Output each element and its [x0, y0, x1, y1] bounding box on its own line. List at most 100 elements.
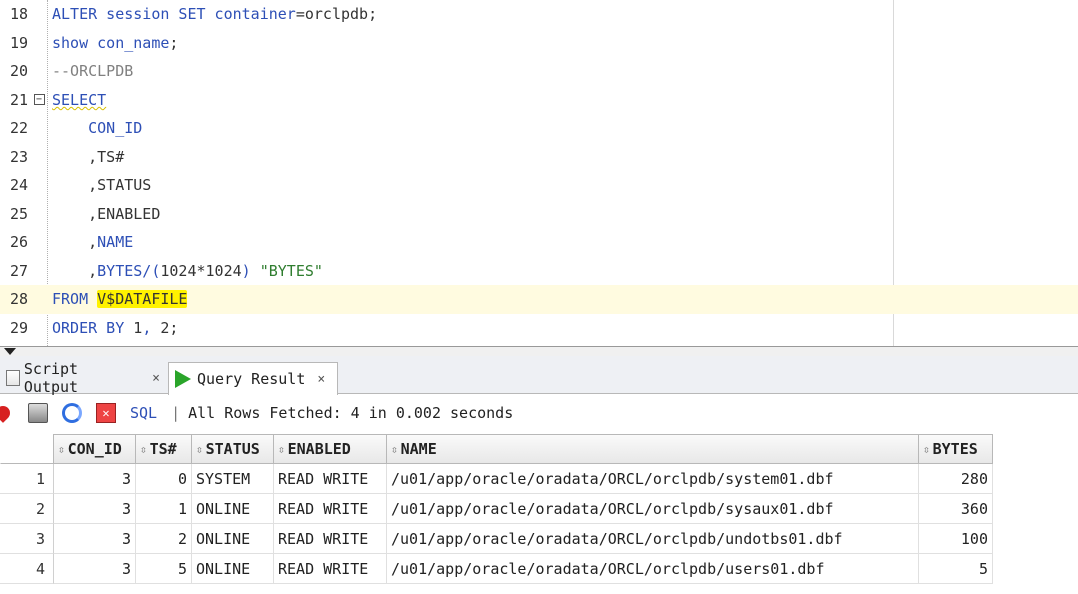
column-header[interactable]: ⇳ TS#	[136, 434, 192, 464]
sql-editor[interactable]: 18 ALTER session SET container=orclpdb; 19…	[0, 0, 1078, 346]
table-cell[interactable]: ONLINE	[192, 554, 274, 584]
fetch-status: All Rows Fetched: 4 in 0.002 seconds	[188, 404, 514, 422]
code-token: CON_ID	[52, 119, 143, 138]
sort-icon[interactable]: ⇳	[278, 443, 285, 456]
close-icon[interactable]: ×	[152, 371, 160, 386]
table-cell[interactable]: ONLINE	[192, 494, 274, 524]
table-cell[interactable]: READ WRITE	[274, 524, 387, 554]
fold-area	[30, 143, 48, 171]
sql-button[interactable]: SQL	[130, 404, 157, 422]
table-cell[interactable]: /u01/app/oracle/oradata/ORCL/orclpdb/sys…	[387, 494, 919, 524]
column-header[interactable]: ⇳ CON_ID	[54, 434, 136, 464]
code-line[interactable]: 26 ,NAME	[0, 228, 1078, 257]
table-cell[interactable]: SYSTEM	[192, 464, 274, 494]
code-line[interactable]: 27 ,BYTES/(1024*1024) "BYTES"	[0, 257, 1078, 286]
code-token: ORDER BY	[52, 318, 134, 337]
table-row[interactable]: 3 3 2 ONLINE READ WRITE/u01/app/oracle/orada…	[0, 524, 993, 554]
code-token: =orclpdb;	[295, 5, 378, 24]
code-token: ALTER session SET container	[52, 5, 296, 24]
code-line[interactable]: 29 ORDER BY 1, 2;	[0, 314, 1078, 343]
column-header[interactable]: ⇳ ENABLED	[274, 434, 387, 464]
table-cell[interactable]: 5	[136, 554, 192, 584]
column-header[interactable]: ⇳ BYTES	[919, 434, 993, 464]
sort-icon[interactable]: ⇳	[140, 443, 147, 456]
column-header-label: STATUS	[205, 440, 260, 458]
table-cell[interactable]: /u01/app/oracle/oradata/ORCL/orclpdb/sys…	[387, 464, 919, 494]
result-grid[interactable]: ⇳ CON_ID ⇳ TS# ⇳ STATUS ⇳ ENABLED ⇳ NAME ⇳ BYTES 13…	[0, 432, 1078, 594]
sort-icon[interactable]: ⇳	[923, 443, 930, 456]
row-number[interactable]: 1	[0, 464, 54, 494]
code-token: ,ENABLED	[52, 204, 161, 223]
table-cell[interactable]: 360	[919, 494, 993, 524]
table-cell[interactable]: READ WRITE	[274, 554, 387, 584]
tab-label: Script Output	[23, 360, 79, 396]
table-cell[interactable]: 2	[136, 524, 192, 554]
row-number[interactable]: 4	[0, 554, 54, 584]
column-header-label: NAME	[400, 440, 437, 458]
sort-icon[interactable]: ⇳	[391, 443, 398, 456]
code-line[interactable]: 23 ,TS#	[0, 143, 1078, 172]
table-cell[interactable]: 3	[54, 524, 136, 554]
line-number: 28	[9, 290, 28, 309]
line-number: 26	[9, 233, 28, 252]
result-toolbar: ✕ SQL | All Rows Fetched: 4 in 0.002 sec…	[0, 395, 1078, 431]
table-row[interactable]: 1 3 0 SYSTEM READ WRITE/u01/app/oracle/orada…	[0, 464, 993, 494]
line-number: 25	[9, 204, 28, 223]
code-line[interactable]: 20 --ORCLPDB	[0, 57, 1078, 86]
code-line[interactable]: 28 FROM V$DATAFILE	[0, 285, 1078, 314]
table-row[interactable]: 4 3 5 ONLINE READ WRITE/u01/app/oracle/orada…	[0, 554, 993, 584]
export-icon[interactable]: ✕	[96, 403, 116, 423]
fold-area	[30, 29, 48, 57]
table-cell[interactable]: READ WRITE	[274, 464, 387, 494]
code-text: --ORCLPDB	[48, 62, 133, 80]
panel-splitter[interactable]	[0, 346, 1078, 356]
column-header[interactable]: ⇳ STATUS	[192, 434, 274, 464]
code-line[interactable]: 24 ,STATUS	[0, 171, 1078, 200]
code-text: CON_ID	[48, 119, 142, 137]
code-line[interactable]: 18 ALTER session SET container=orclpdb;	[0, 0, 1078, 29]
tab-script-output[interactable]: Script Output ×	[0, 360, 166, 396]
table-cell[interactable]: /u01/app/oracle/oradata/ORCL/orclpdb/use…	[387, 554, 919, 584]
code-line[interactable]: 21− SELECT	[0, 86, 1078, 115]
table-cell[interactable]: 3	[54, 554, 136, 584]
pin-icon[interactable]	[0, 403, 13, 423]
fold-collapse-icon[interactable]: −	[33, 94, 45, 106]
column-header[interactable]: ⇳ NAME	[387, 434, 919, 464]
code-line[interactable]: 25 ,ENABLED	[0, 200, 1078, 229]
code-text: ,NAME	[48, 233, 133, 251]
code-text: ,BYTES/(1024*1024) "BYTES"	[48, 262, 323, 280]
tab-query-result[interactable]: Query Result ×	[168, 362, 338, 395]
code-token: "BYTES"	[259, 261, 323, 280]
table-cell[interactable]: 5	[919, 554, 993, 584]
code-line[interactable]: 22 CON_ID	[0, 114, 1078, 143]
table-cell[interactable]: 280	[919, 464, 993, 494]
code-token: NAME	[97, 233, 134, 252]
fold-area[interactable]: −	[30, 86, 48, 114]
print-icon[interactable]	[28, 403, 48, 423]
row-number[interactable]: 3	[0, 524, 54, 554]
table-cell[interactable]: 100	[919, 524, 993, 554]
table-row[interactable]: 2 3 1 ONLINE READ WRITE/u01/app/oracle/orada…	[0, 494, 993, 524]
code-line[interactable]: 19 show con_name;	[0, 29, 1078, 58]
column-header-label: BYTES	[932, 440, 978, 458]
table-cell[interactable]: 1	[136, 494, 192, 524]
table-cell[interactable]: ONLINE	[192, 524, 274, 554]
close-icon[interactable]: ×	[317, 372, 325, 387]
code-text: show con_name;	[48, 34, 178, 52]
row-number[interactable]: 2	[0, 494, 54, 524]
collapse-arrow-icon[interactable]	[4, 348, 16, 355]
table-cell[interactable]: READ WRITE	[274, 494, 387, 524]
column-header-label: CON_ID	[67, 440, 122, 458]
column-header-label: TS#	[149, 440, 177, 458]
table-cell[interactable]: 3	[54, 494, 136, 524]
code-token: 1024*1024	[160, 261, 242, 280]
table-cell[interactable]: /u01/app/oracle/oradata/ORCL/orclpdb/und…	[387, 524, 919, 554]
line-number: 20	[9, 62, 28, 81]
code-token: --ORCLPDB	[52, 62, 134, 81]
table-cell[interactable]: 3	[54, 464, 136, 494]
refresh-icon[interactable]	[62, 403, 82, 423]
fold-area	[30, 171, 48, 199]
table-cell[interactable]: 0	[136, 464, 192, 494]
sort-icon[interactable]: ⇳	[196, 443, 203, 456]
sort-icon[interactable]: ⇳	[58, 443, 65, 456]
